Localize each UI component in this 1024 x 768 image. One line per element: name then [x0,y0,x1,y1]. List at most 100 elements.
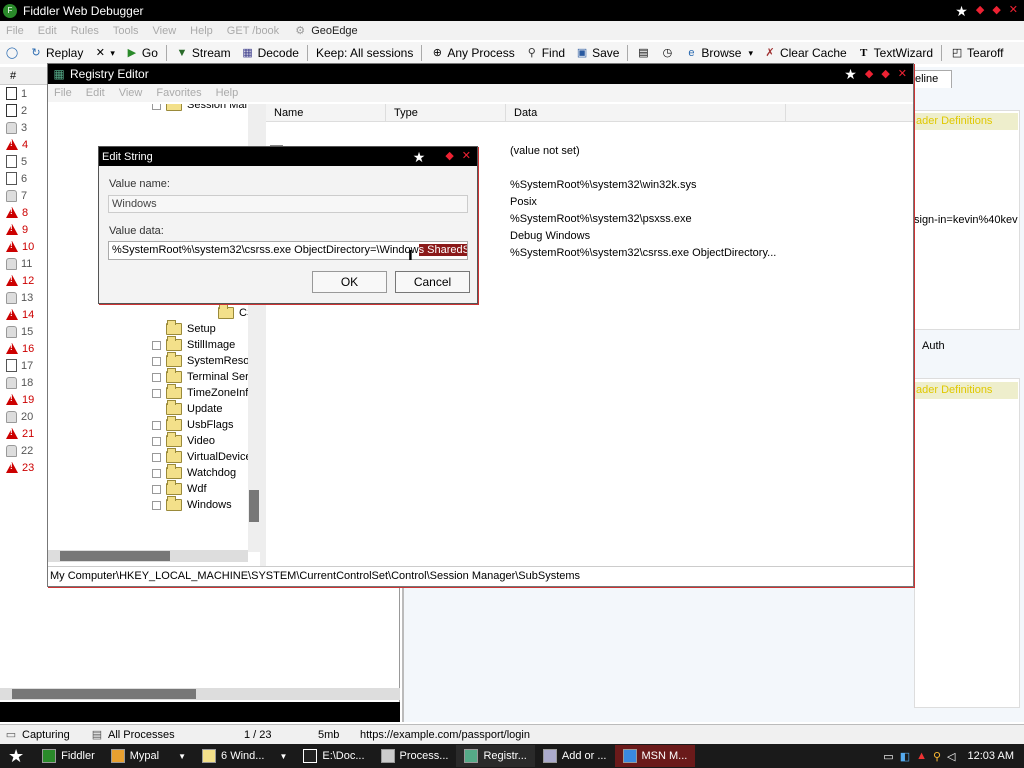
regedit-menu-favorites[interactable]: Favorites [156,87,201,99]
tree-node[interactable]: Windows [152,496,232,513]
menu-rules[interactable]: Rules [71,25,99,37]
regedit-minimize-button[interactable]: ◆ [865,68,873,80]
value-data-text: %SystemRoot%\system32\csrss.exe ObjectDi… [112,244,419,256]
regedit-close-button[interactable]: ✕ [898,68,907,80]
start-button[interactable]: ★ [0,746,34,767]
keep-dropdown[interactable]: Keep: All sessions [311,46,418,60]
column-number[interactable]: # [10,70,16,82]
taskbar-item-process[interactable]: Process... [373,745,457,767]
menu-view[interactable]: View [153,25,177,37]
tree-hscrollbar[interactable] [48,550,248,562]
regedit-menu-edit[interactable]: Edit [86,87,105,99]
menu-help[interactable]: Help [190,25,213,37]
replay-button[interactable]: ↻ Replay [24,46,88,60]
stream-button[interactable]: ▼ Stream [170,46,236,60]
menu-edit[interactable]: Edit [38,25,57,37]
menu-file[interactable]: File [6,25,24,37]
menu-tools[interactable]: Tools [113,25,139,37]
tree-node[interactable]: Update [152,400,222,417]
status-processes[interactable]: All Processes [108,729,244,741]
tree-node[interactable]: Wdf [152,480,207,497]
tree-node[interactable]: UsbFlags [152,416,233,433]
tree-node[interactable]: Watchdog [152,464,237,481]
column-data[interactable]: Data [506,104,786,121]
regedit-menu-help[interactable]: Help [216,87,239,99]
expand-toggle-icon[interactable] [152,388,161,398]
regedit-menu-view[interactable]: View [119,87,143,99]
status-capturing[interactable]: Capturing [22,729,90,741]
security-icon[interactable]: ▲ [916,750,927,762]
quickexec-bar[interactable] [0,702,400,722]
tab-auth[interactable]: Auth [916,338,976,356]
expand-toggle-icon[interactable] [152,484,161,494]
tree-node[interactable]: TimeZoneInf [152,384,248,401]
regedit-menu-file[interactable]: File [54,87,72,99]
tree-node[interactable]: VirtualDevice [152,448,252,465]
comment-button[interactable]: ◯ [0,46,24,60]
session-scrollbar-thumb[interactable] [12,689,196,699]
session-scrollbar[interactable] [0,688,400,700]
value-data-field[interactable]: %SystemRoot%\system32\csrss.exe ObjectDi… [108,241,468,260]
remove-button[interactable]: ✕ ▾ [88,46,120,60]
taskbar-item-addremove[interactable]: Add or ... [535,745,615,767]
menu-get-book[interactable]: GET /book [227,25,279,37]
expand-toggle-icon[interactable] [152,452,161,462]
tree-node-label: Watchdog [187,467,237,479]
network-icon[interactable]: ◧ [900,750,910,763]
decode-button[interactable]: ▦ Decode [236,46,304,60]
expand-toggle-icon[interactable] [152,468,161,478]
pin-icon[interactable]: ★ [955,4,968,18]
taskbar-item-fiddler[interactable]: Fiddler [34,745,103,767]
pin-icon[interactable]: ★ [413,150,426,164]
column-type[interactable]: Type [386,104,506,121]
tree-node[interactable]: Session Man [152,104,251,113]
textwizard-button[interactable]: T TextWizard [852,46,938,60]
clear-cache-button[interactable]: ✗ Clear Cache [758,46,852,60]
taskbar-item-msn[interactable]: MSN M... [614,745,696,767]
expand-toggle-icon[interactable] [152,372,161,382]
expand-toggle-icon[interactable] [152,104,161,110]
taskbar-item-edoc[interactable]: E:\Doc... [295,745,372,767]
expand-toggle-icon[interactable] [152,356,161,366]
search-icon[interactable]: ⚲ [933,750,941,763]
any-process-button[interactable]: ⊕ Any Process [425,46,519,60]
clock[interactable]: 12:03 AM [968,750,1014,762]
tree-node[interactable]: Video [152,432,215,449]
taskbar-item-windows[interactable]: 6 Wind... ▼ [194,745,295,767]
timer-button[interactable]: ◷ [655,46,679,60]
column-name[interactable]: Name [266,104,386,121]
tree-node[interactable]: StillImage [152,336,235,353]
screenshot-button[interactable]: ▤ [631,46,655,60]
close-button[interactable]: ✕ [1009,5,1018,16]
pin-icon[interactable]: ★ [844,67,857,81]
edit-string-dialog: Edit String ★ ◆ ✕ Value name: Windows Va… [98,146,478,304]
expand-toggle-icon[interactable] [152,436,161,446]
expand-toggle-icon[interactable] [152,500,161,510]
dialog-close-button[interactable]: ✕ [462,151,471,162]
keyboard-icon[interactable]: ▭ [883,750,893,763]
tree-vscrollbar-thumb[interactable] [249,490,259,522]
tab-timeline[interactable]: eline [912,70,952,88]
menu-geoedge[interactable]: GeoEdge [311,25,357,37]
save-button[interactable]: ▣ Save [570,46,624,60]
tree-node[interactable]: SystemReso [152,352,249,369]
tree-node[interactable]: Terminal Ser [152,368,249,385]
expand-toggle-icon[interactable] [152,420,161,430]
cancel-button[interactable]: Cancel [395,271,470,293]
browse-button[interactable]: e Browse ▾ [679,46,758,60]
expand-toggle-icon[interactable] [152,340,161,350]
tearoff-button[interactable]: ◰ Tearoff [945,46,1008,60]
go-button[interactable]: ▶ Go [120,46,163,60]
ok-button[interactable]: OK [312,271,387,293]
save-label: Save [592,46,620,60]
tree-hscrollbar-thumb[interactable] [60,551,170,561]
tree-node[interactable]: Setup [152,320,216,337]
maximize-button[interactable]: ◆ [992,5,1000,16]
find-button[interactable]: ⚲ Find [520,46,570,60]
volume-icon[interactable]: ◁ [947,750,955,763]
regedit-maximize-button[interactable]: ◆ [881,68,889,80]
taskbar-item-mypal[interactable]: Mypal ▼ [103,745,194,767]
taskbar-item-registry[interactable]: Registr... [456,745,535,767]
minimize-button[interactable]: ◆ [976,5,984,16]
dialog-maximize-button[interactable]: ◆ [445,151,453,162]
